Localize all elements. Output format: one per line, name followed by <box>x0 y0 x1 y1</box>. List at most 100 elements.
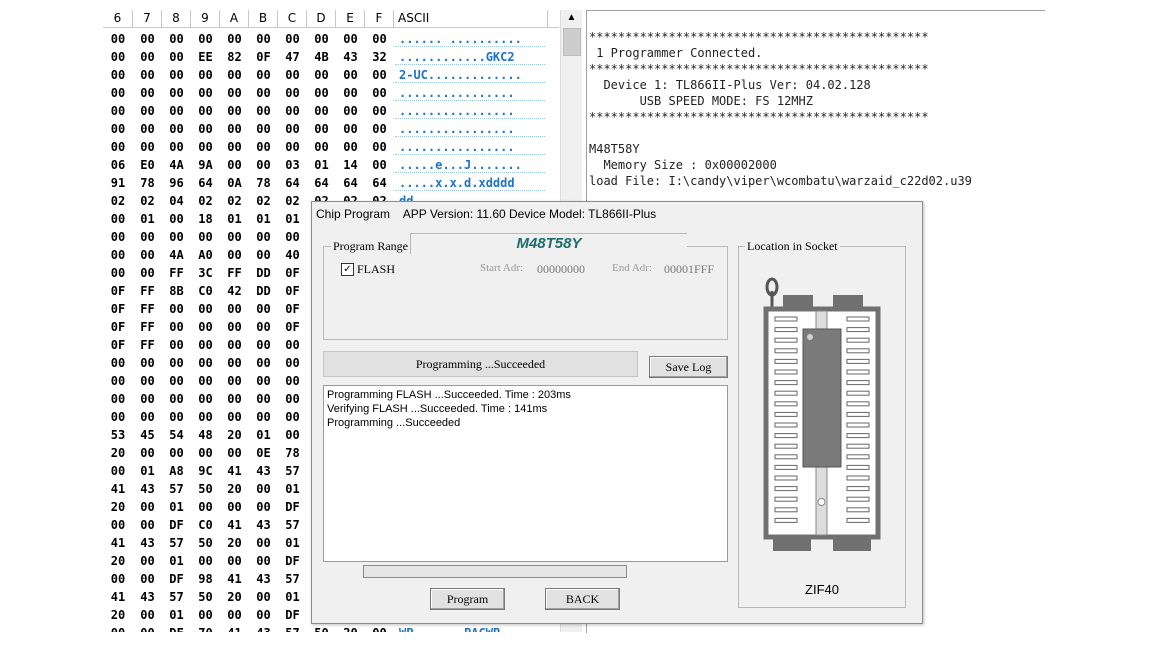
hex-byte[interactable]: 00 <box>307 138 336 156</box>
hex-byte[interactable]: 00 <box>278 84 307 102</box>
hex-byte[interactable]: FF <box>133 336 162 354</box>
hex-byte[interactable]: 00 <box>278 120 307 138</box>
hex-byte[interactable]: 00 <box>133 570 162 588</box>
hex-byte[interactable]: 00 <box>103 120 133 138</box>
hex-byte[interactable]: 0A <box>220 174 249 192</box>
hex-byte[interactable]: 00 <box>133 138 162 156</box>
hex-byte[interactable]: 00 <box>191 138 220 156</box>
ascii-cell[interactable]: .....e...J....... <box>395 156 545 173</box>
hex-byte[interactable]: 54 <box>162 426 191 444</box>
hex-byte[interactable]: 00 <box>103 408 133 426</box>
hex-byte[interactable]: C0 <box>191 282 220 300</box>
hex-byte[interactable]: 41 <box>220 624 249 632</box>
hex-byte[interactable]: 00 <box>249 606 278 624</box>
hex-byte[interactable]: 00 <box>133 228 162 246</box>
hex-byte[interactable]: 00 <box>220 408 249 426</box>
hex-byte[interactable]: 64 <box>191 174 220 192</box>
hex-byte[interactable]: 00 <box>103 462 133 480</box>
hex-byte[interactable]: 00 <box>278 66 307 84</box>
hex-byte[interactable]: 43 <box>249 462 278 480</box>
hex-byte[interactable]: 02 <box>103 192 133 210</box>
hex-byte[interactable]: 01 <box>278 480 307 498</box>
hex-byte[interactable]: 01 <box>307 156 336 174</box>
hex-byte[interactable]: 48 <box>191 426 220 444</box>
hex-byte[interactable]: 00 <box>103 228 133 246</box>
hex-byte[interactable]: 00 <box>191 318 220 336</box>
hex-byte[interactable]: 00 <box>220 138 249 156</box>
hex-row[interactable]: 00 00 00 00 00 00 00 00 00 00 2-UC............. <box>103 66 559 84</box>
hex-byte[interactable]: 42 <box>220 282 249 300</box>
hex-byte[interactable]: 20 <box>103 606 133 624</box>
hex-byte[interactable]: DF <box>278 606 307 624</box>
hex-byte[interactable]: 01 <box>162 498 191 516</box>
hex-byte[interactable]: 00 <box>133 264 162 282</box>
hex-byte[interactable]: DF <box>162 624 191 632</box>
hex-byte[interactable]: 00 <box>249 66 278 84</box>
hex-byte[interactable]: 57 <box>162 534 191 552</box>
hex-byte[interactable]: 00 <box>162 48 191 66</box>
hex-byte[interactable]: 00 <box>133 48 162 66</box>
hex-byte[interactable]: 00 <box>278 372 307 390</box>
hex-byte[interactable]: 00 <box>249 138 278 156</box>
hex-byte[interactable]: 00 <box>133 498 162 516</box>
hex-byte[interactable]: 00 <box>191 390 220 408</box>
hex-byte[interactable]: 41 <box>103 480 133 498</box>
hex-byte[interactable]: 00 <box>249 534 278 552</box>
hex-byte[interactable]: 01 <box>220 210 249 228</box>
hex-byte[interactable]: 00 <box>133 120 162 138</box>
hex-byte[interactable]: 00 <box>103 246 133 264</box>
hex-byte[interactable]: 02 <box>191 192 220 210</box>
hex-byte[interactable]: 00 <box>133 246 162 264</box>
save-log-button[interactable]: Save Log <box>649 356 728 378</box>
hex-byte[interactable]: 41 <box>220 570 249 588</box>
hex-byte[interactable]: C0 <box>191 516 220 534</box>
hex-byte[interactable]: 0F <box>103 336 133 354</box>
hex-byte[interactable]: 9C <box>191 462 220 480</box>
hex-byte[interactable]: 00 <box>278 426 307 444</box>
hex-byte[interactable]: 50 <box>307 624 336 632</box>
hex-byte[interactable]: 57 <box>278 624 307 632</box>
hex-byte[interactable]: 96 <box>162 174 191 192</box>
hex-byte[interactable]: 00 <box>220 246 249 264</box>
hex-byte[interactable]: 57 <box>278 570 307 588</box>
hex-byte[interactable]: 00 <box>103 372 133 390</box>
hex-byte[interactable]: 00 <box>249 228 278 246</box>
hex-byte[interactable]: 41 <box>220 462 249 480</box>
hex-row[interactable]: 00 00 00 00 00 00 00 00 00 00................ <box>103 84 559 102</box>
hex-byte[interactable]: 41 <box>103 588 133 606</box>
hex-byte[interactable]: 02 <box>249 192 278 210</box>
hex-byte[interactable]: 00 <box>278 336 307 354</box>
hex-byte[interactable]: 00 <box>220 120 249 138</box>
hex-byte[interactable]: 00 <box>220 102 249 120</box>
back-button[interactable]: BACK <box>545 588 620 610</box>
hex-byte[interactable]: 00 <box>249 300 278 318</box>
hex-byte[interactable]: 00 <box>191 552 220 570</box>
hex-byte[interactable]: 00 <box>249 84 278 102</box>
hex-byte[interactable]: E0 <box>133 156 162 174</box>
hex-byte[interactable]: 00 <box>249 120 278 138</box>
hex-byte[interactable]: 0F <box>278 264 307 282</box>
hex-byte[interactable]: 00 <box>220 498 249 516</box>
hex-byte[interactable]: 43 <box>249 624 278 632</box>
hex-byte[interactable]: 00 <box>133 390 162 408</box>
hex-byte[interactable]: DF <box>278 552 307 570</box>
hex-byte[interactable]: A0 <box>191 246 220 264</box>
hex-byte[interactable]: 00 <box>307 120 336 138</box>
hex-byte[interactable]: 00 <box>191 228 220 246</box>
hex-byte[interactable]: 00 <box>307 84 336 102</box>
hex-byte[interactable]: 43 <box>336 48 365 66</box>
scroll-thumb[interactable] <box>563 28 581 56</box>
hex-byte[interactable]: 00 <box>249 408 278 426</box>
hex-byte[interactable]: 00 <box>162 318 191 336</box>
hex-byte[interactable]: 00 <box>191 102 220 120</box>
hex-byte[interactable]: 00 <box>103 390 133 408</box>
hex-byte[interactable]: 00 <box>191 300 220 318</box>
ascii-cell[interactable]: ................ <box>395 138 545 155</box>
hex-byte[interactable]: 00 <box>133 624 162 632</box>
hex-byte[interactable]: 14 <box>336 156 365 174</box>
hex-byte[interactable]: 00 <box>162 390 191 408</box>
hex-row[interactable]: 00 00 00 00 00 00 00 00 00 00...... .......... <box>103 30 559 48</box>
hex-byte[interactable]: 20 <box>220 588 249 606</box>
hex-byte[interactable]: 91 <box>103 174 133 192</box>
hex-byte[interactable]: 00 <box>278 390 307 408</box>
